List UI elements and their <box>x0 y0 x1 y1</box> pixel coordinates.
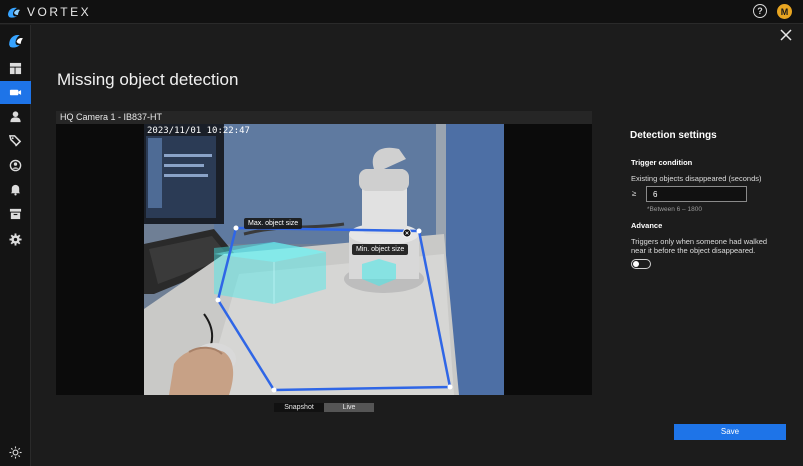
video-panel: HQ Camera 1 - IB837-HT 2023/11/01 10:22:… <box>56 111 592 395</box>
user-icon <box>10 111 21 123</box>
app-root: VORTEX ? M Missing object detection HQ C… <box>0 0 803 466</box>
vortex-logo-icon <box>9 35 23 48</box>
trigger-condition-title: Trigger condition <box>631 158 693 167</box>
help-icon[interactable]: ? <box>753 4 767 18</box>
camera-label: HQ Camera 1 - IB837-HT <box>60 112 163 122</box>
sidebar-item-theme[interactable] <box>0 441 31 464</box>
settings-title: Detection settings <box>630 130 717 141</box>
top-bar: VORTEX ? M <box>0 0 803 24</box>
sidebar-item-users[interactable] <box>0 105 31 128</box>
sidebar-item-home[interactable] <box>0 29 31 52</box>
face-id-icon <box>9 159 22 172</box>
sidebar-item-settings[interactable] <box>0 228 31 251</box>
page-title: Missing object detection <box>57 70 239 89</box>
sidebar-item-cameras[interactable] <box>0 81 31 104</box>
camera-live-view[interactable]: 2023/11/01 10:22:47 Max. object size Min… <box>144 124 504 395</box>
sidebar-item-dashboard[interactable] <box>0 57 31 80</box>
dashboard-icon <box>9 62 22 75</box>
live-button[interactable]: Live <box>324 403 374 412</box>
gear-icon <box>9 233 22 246</box>
view-toggle: Snapshot Live <box>274 403 374 412</box>
tags-icon <box>9 135 22 147</box>
bell-icon <box>10 184 21 196</box>
sidebar-item-faces[interactable] <box>0 154 31 177</box>
avatar[interactable]: M <box>777 4 792 19</box>
max-object-size-label[interactable]: Max. object size <box>244 218 303 229</box>
sidebar-item-archive[interactable] <box>0 202 31 225</box>
brand-name: VORTEX <box>27 5 92 19</box>
brightness-icon <box>9 446 22 459</box>
advance-description-line2: near it before the object disappeared. <box>631 246 756 255</box>
camera-scene <box>144 124 504 395</box>
save-button[interactable]: Save <box>674 424 786 440</box>
min-object-size-label[interactable]: Min. object size <box>352 244 409 255</box>
seconds-input[interactable] <box>646 186 747 202</box>
sidebar <box>0 25 31 466</box>
video-timestamp: 2023/11/01 10:22:47 <box>147 126 250 136</box>
archive-icon <box>9 208 22 220</box>
sidebar-item-tags[interactable] <box>0 129 31 152</box>
toggle-knob <box>633 261 639 267</box>
advance-description-line1: Triggers only when someone had walked <box>631 237 768 246</box>
operator-label: ≥ <box>632 189 637 198</box>
brand: VORTEX <box>6 4 91 20</box>
close-icon[interactable] <box>779 28 793 42</box>
advance-toggle[interactable] <box>631 259 651 269</box>
advance-title: Advance <box>631 221 663 230</box>
range-hint: *Between 6 – 1800 <box>647 206 702 213</box>
snapshot-button[interactable]: Snapshot <box>274 403 324 412</box>
camera-icon <box>9 89 22 96</box>
sidebar-item-alerts[interactable] <box>0 178 31 201</box>
video-header: HQ Camera 1 - IB837-HT <box>56 111 592 124</box>
vortex-logo-icon <box>8 7 20 18</box>
trigger-label: Existing objects disappeared (seconds) <box>631 174 762 183</box>
